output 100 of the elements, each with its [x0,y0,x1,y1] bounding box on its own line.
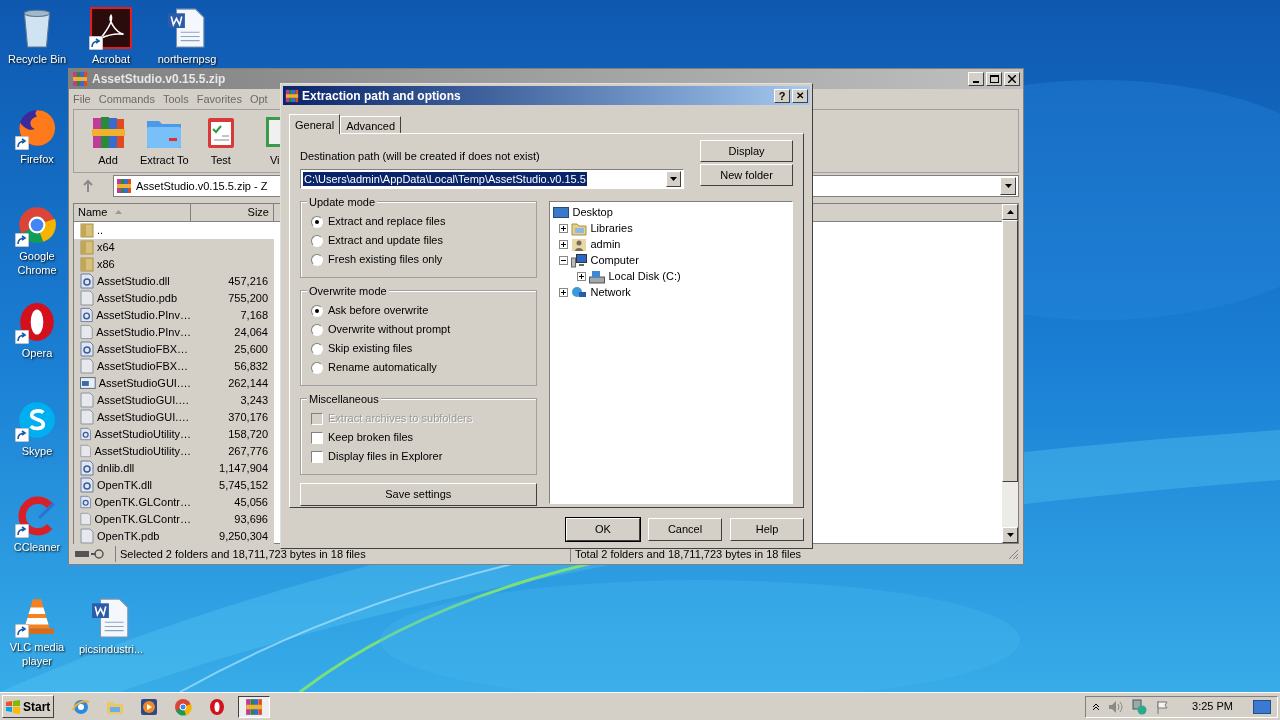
flag-icon[interactable] [1156,699,1171,714]
expand-icon[interactable] [576,272,586,281]
file-icon [80,511,92,527]
menu-item[interactable]: Opt [249,90,268,108]
radio-button[interactable] [311,323,323,336]
scroll-thumb[interactable] [1002,220,1018,482]
menu-item[interactable]: Tools [163,90,189,108]
file-icon [80,409,94,425]
folder-icon [80,222,94,238]
minimize-button[interactable] [968,72,984,86]
checkbox[interactable] [311,431,323,444]
shortcut-arrow-icon [15,524,29,538]
desktop-icon-label[interactable]: Google Chrome [4,249,70,277]
checkbox[interactable] [311,450,323,463]
close-button[interactable]: ✕ [792,88,808,103]
show-desktop-icon[interactable] [1253,699,1271,714]
tree-item[interactable]: Libraries [589,220,634,237]
desktop-icon-label[interactable]: Acrobat [92,52,130,66]
scroll-down-button[interactable] [1002,527,1018,543]
network-globe-icon [570,285,587,300]
file-name: AssetStudio.pdb [97,290,178,306]
tree-item[interactable]: Local Disk (C:) [607,268,682,285]
file-name: OpenTK.GLContr… [94,494,191,510]
column-header[interactable]: Name [74,204,191,222]
radio-label[interactable]: Extract and update files [328,232,443,249]
desktop-icon-label[interactable]: northernpsg [157,52,217,66]
dialog-button[interactable]: Display [700,140,793,162]
toolbar-button[interactable]: Test [198,113,243,168]
dialog-button[interactable]: Cancel [648,518,722,541]
destination-combo[interactable]: C:\Users\admin\AppData\Local\Temp\AssetStudio.v0.15.5 [300,168,685,189]
gear-file-icon [80,494,92,510]
pdf-app-icon [90,7,132,49]
file-name: dnlib.dll [97,460,135,476]
tree-item[interactable]: Network [589,284,632,301]
file-size: 93,696 [233,511,268,527]
radio-button[interactable] [311,342,323,355]
radio-label[interactable]: Rename automatically [328,359,437,376]
collapse-icon[interactable] [558,256,568,265]
shortcut-arrow-icon [15,330,29,344]
computer-icon [570,253,587,268]
dialog-button[interactable]: OK [566,518,640,541]
vertical-scrollbar[interactable] [1002,204,1018,543]
network-icon[interactable] [1132,698,1149,715]
desktop-icon-label[interactable]: Opera [21,346,53,360]
desktop-icon-label[interactable]: Firefox [20,152,54,166]
expand-icon[interactable] [558,224,568,233]
radio-button[interactable] [311,304,323,317]
archive-books-icon [245,697,263,716]
dropdown-button[interactable] [1000,177,1016,195]
checkbox-label[interactable]: Display files in Explorer [328,448,443,465]
window-file-icon [80,376,96,390]
menu-item[interactable]: File [73,90,91,108]
expand-icon[interactable] [558,240,568,249]
column-header[interactable]: Size [191,204,274,222]
menu-item[interactable]: Favorites [196,90,242,108]
file-size: 24,064 [233,324,268,340]
expand-icon[interactable] [558,288,568,297]
taskbar-app-button[interactable] [238,695,270,718]
gear-file-icon [80,477,94,493]
monitor-icon [552,205,569,220]
help-button[interactable]: ? [774,88,790,103]
close-button[interactable] [1004,72,1020,86]
toolbar-button[interactable]: Add [86,113,130,168]
toolbar-button[interactable]: Extract To [140,115,189,168]
dialog-button[interactable]: New folder [700,164,793,186]
folder-icon [570,221,587,236]
radio-label[interactable]: Fresh existing files only [328,251,443,268]
radio-button[interactable] [311,215,323,228]
radio-button[interactable] [311,234,323,247]
folder-icon [80,239,94,255]
radio-button[interactable] [311,253,323,266]
dropdown-button[interactable] [666,170,682,187]
folder-tree[interactable]: Desktop Libraries admin Computer Local Disk (C:) Network [548,200,793,504]
radio-label[interactable]: Ask before overwrite [328,302,429,319]
resize-grip-icon[interactable] [1007,548,1019,560]
tab[interactable]: Advanced [340,116,402,133]
start-button[interactable]: Start [2,695,54,718]
checkbox-label[interactable]: Keep broken files [328,429,413,446]
scroll-up-button[interactable] [1002,204,1018,220]
dialog-button[interactable]: Help [730,518,804,541]
tree-item[interactable]: Desktop [571,204,614,221]
radio-label[interactable]: Overwrite without prompt [328,321,451,338]
radio-label[interactable]: Skip existing files [328,340,413,357]
desktop-icon-label[interactable]: Skype [21,444,53,458]
file-name: AssetStudio.PInv… [96,324,191,340]
file-size: 45,056 [233,494,268,510]
file-size: 158,720 [227,426,268,442]
tree-item[interactable]: admin [589,236,622,253]
radio-label[interactable]: Extract and replace files [328,213,446,230]
tab[interactable]: General [289,114,341,134]
chrome-icon [16,204,58,246]
chevron-up-icon[interactable] [1092,702,1101,711]
menu-item[interactable]: Commands [98,90,155,108]
maximize-button[interactable] [986,72,1002,86]
clock[interactable]: 3:25 PM [1192,698,1233,715]
save-settings-button[interactable]: Save settings [300,482,537,506]
radio-button[interactable] [311,361,323,374]
tree-item[interactable]: Computer [589,252,640,269]
archive-books-icon [72,71,88,87]
desktop-icon-label[interactable]: Recycle Bin [7,52,67,66]
